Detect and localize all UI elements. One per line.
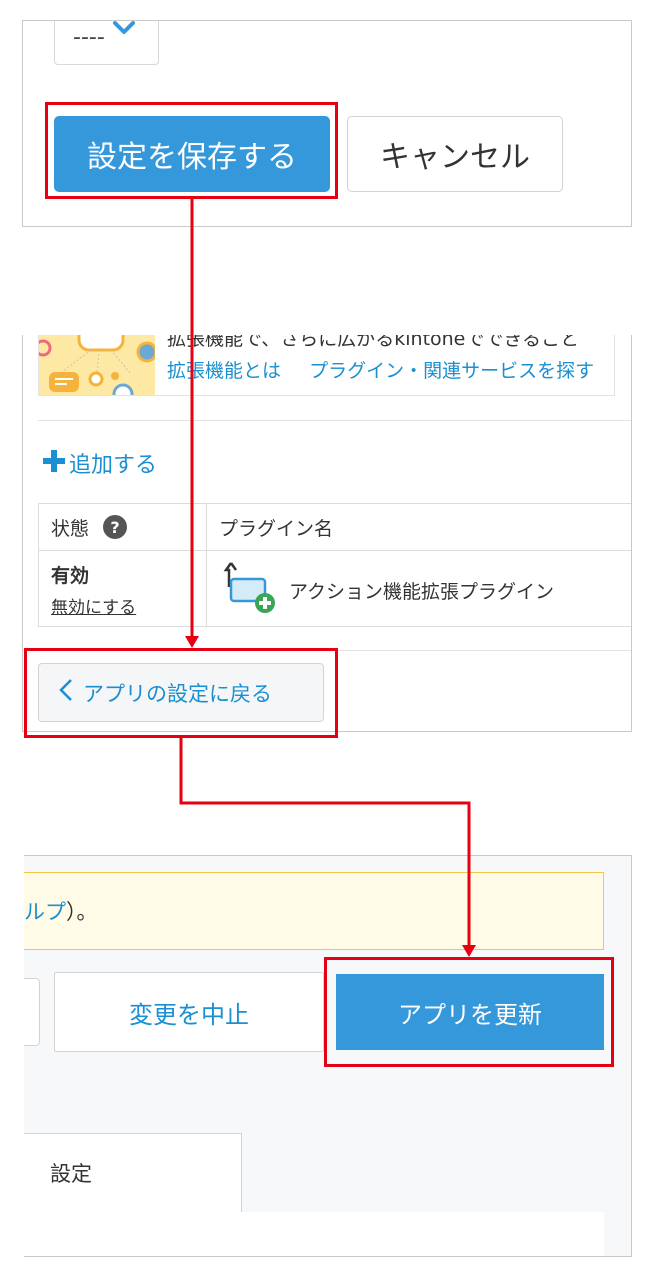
disable-plugin-link[interactable]: 無効にする: [51, 593, 136, 618]
action-plugin-icon: [223, 561, 279, 621]
help-icon[interactable]: ?: [103, 515, 128, 539]
save-button-highlight: [45, 102, 338, 199]
plugin-name-cell: アクション機能拡張プラグイン: [207, 551, 631, 627]
option-dropdown[interactable]: ----: [54, 21, 159, 65]
back-button-highlight: [24, 648, 338, 738]
extensions-banner: 拡張機能で、さらに広がるkintoneでできること 拡張機能とは プラグイン・関…: [38, 335, 615, 396]
discard-changes-button[interactable]: 変更を中止: [54, 972, 324, 1052]
find-plugins-link[interactable]: プラグイン・関連サービスを探す: [309, 360, 594, 382]
status-column-header: 状態 ?: [39, 504, 207, 551]
dropdown-value: ----: [73, 24, 105, 50]
update-button-highlight: [324, 957, 614, 1067]
status-header-label: 状態: [51, 517, 90, 540]
status-enabled-label: 有効: [51, 565, 90, 587]
add-plugin-link[interactable]: 追加する: [43, 447, 157, 479]
banner-illustration: [39, 335, 155, 395]
add-plugin-label: 追加する: [69, 453, 158, 478]
settings-content-area: [24, 1212, 604, 1256]
chevron-down-icon: [112, 21, 136, 43]
plugin-name: アクション機能拡張プラグイン: [289, 581, 555, 603]
plus-icon: [43, 448, 65, 478]
hidden-button[interactable]: [24, 978, 40, 1046]
banner-links: 拡張機能とは プラグイン・関連サービスを探す: [167, 356, 594, 383]
about-extensions-link[interactable]: 拡張機能とは: [167, 360, 281, 382]
plugin-status-cell: 有効 無効にする: [39, 551, 207, 627]
notice-help-link[interactable]: ルプ: [24, 896, 66, 926]
cancel-button[interactable]: キャンセル: [347, 116, 563, 192]
notice-text: ）。: [66, 900, 98, 924]
notice-banner: ルプ）。: [24, 872, 604, 950]
plugin-table: 状態 ? プラグイン名 有効 無効にする アクション機能拡張プラグイン: [38, 503, 631, 627]
banner-text: 拡張機能で、さらに広がるkintoneでできること: [167, 335, 579, 350]
divider: [38, 420, 631, 421]
plugin-name-column-header: プラグイン名: [207, 504, 631, 551]
